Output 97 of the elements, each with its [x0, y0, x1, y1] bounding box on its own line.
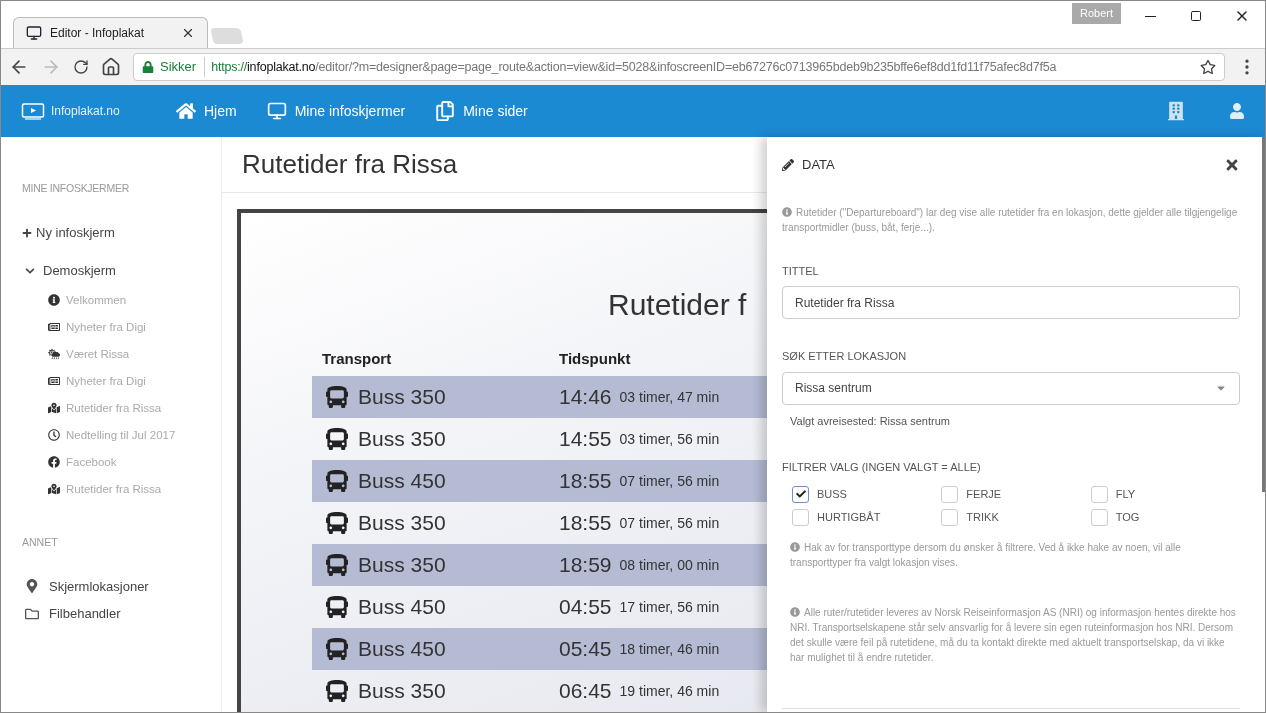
clock-icon [48, 428, 60, 441]
departure-time: 18:55 [559, 468, 612, 495]
field-label: TITTEL [782, 263, 820, 279]
board-title: Rutetider f [608, 287, 747, 323]
map-icon [48, 482, 60, 495]
countdown-text: 19 timer, 46 min [619, 681, 720, 701]
departure-time: 14:46 [559, 384, 612, 411]
chevron-icon [25, 266, 35, 276]
route-name: Buss 450 [358, 594, 447, 621]
filter-checkbox[interactable]: TRIKK [941, 508, 1091, 526]
pencil-icon [782, 158, 794, 171]
browser-tab[interactable]: Editor - Infoplakat [13, 17, 208, 48]
countdown-text: 07 timer, 56 min [619, 513, 720, 533]
countdown-text: 17 timer, 56 min [619, 597, 720, 617]
field-label: SØK ETTER LOKASJON [782, 349, 908, 364]
check-icon [795, 489, 806, 499]
close-icon[interactable] [181, 26, 195, 40]
nav-link[interactable]: Hjem [161, 100, 252, 122]
bus-icon [326, 596, 348, 618]
monitor-icon [26, 25, 42, 41]
building-icon[interactable] [1168, 101, 1184, 121]
info-icon [790, 606, 800, 617]
filter-checkbox[interactable]: HURTIGBÅT [792, 508, 942, 526]
info-icon [782, 206, 792, 217]
home-icon [176, 101, 196, 121]
countdown-text: 07 timer, 56 min [619, 471, 720, 491]
star-icon[interactable] [1200, 59, 1216, 75]
section-heading: ANNET [22, 534, 59, 550]
nav-link[interactable]: Mine infoskjermer [251, 100, 421, 122]
bus-icon [326, 680, 348, 702]
weather-icon [48, 347, 60, 360]
nav-link[interactable]: Mine sider [420, 100, 543, 122]
route-name: Buss 450 [358, 636, 447, 663]
field-label: FILTRER VALG (INGEN VALGT = ALLE) [782, 460, 982, 475]
countdown-text: 03 timer, 47 min [619, 387, 720, 407]
sidebar-link[interactable]: Skjermlokasjoner [25, 576, 221, 596]
screen-logo-icon [21, 102, 45, 120]
route-name: Buss 350 [358, 552, 447, 579]
departure-time: 04:55 [559, 594, 612, 621]
minimize-icon [1144, 15, 1156, 17]
departure-time: 06:45 [559, 678, 612, 705]
page-title: Rutetider fra Rissa [242, 148, 458, 181]
location-pin-icon [25, 579, 39, 594]
route-name: Buss 350 [358, 510, 447, 537]
bus-icon [326, 470, 348, 492]
route-name: Buss 350 [358, 426, 447, 453]
maximize-icon [1190, 10, 1202, 22]
info-text: Rutetider ("Departureboard") lar deg vise alle rutetider fra en lokasjon, dette gjelder alle tilgjengelige transportmidler (buss, båt, ferje...). [782, 205, 1239, 235]
url-text: https://infoplakat.no/editor/?m=designer&page=page_route&action=view&id=5028&infoscreenID=eb67276c0713965bdeb9b235bffe6ef8dd1fd11f75afec8d7f5a [211, 58, 1057, 76]
bus-icon [326, 638, 348, 660]
newspaper-icon [48, 320, 60, 333]
disclaimer-text: Alle ruter/rutetider leveres av Norsk Reiseinformasjon AS (NRI) og informasjon hentes direkte hos NRI. Transportselskapene står selv ansvarlig for å levere sin egen ruteinformasjon hos NRI. Dersom det skulle være feil på rutetidene, må du ta kontakt direkte med aktuelt transportselskap, da vi ikke har mulighet til å endre rutetider. [790, 605, 1237, 665]
map-icon [48, 401, 60, 414]
route-name: Buss 350 [358, 384, 447, 411]
facebook-icon [48, 455, 60, 468]
folder-icon [25, 606, 39, 621]
panel-title: DATA [802, 156, 835, 174]
address-field[interactable]: Sikker https://infoplakat.no/editor/?m=designer&page=page_route&action=view&id=5028&infoscreenID=eb67276c0713965bdeb9b235bffe6ef8dd1fd11f75afec8d7f5a [133, 53, 1225, 81]
column-header: Tidspunkt [559, 349, 631, 370]
location-select[interactable]: Rissa sentrum [782, 371, 1240, 405]
section-heading: MINE INFOSKJERMER [22, 181, 130, 196]
plus-icon [22, 227, 32, 238]
screen-tree-item[interactable]: Demoskjerm [25, 261, 221, 281]
bus-icon [326, 386, 348, 408]
countdown-text: 18 timer, 46 min [619, 639, 720, 659]
info-icon [48, 293, 60, 306]
countdown-text: 08 timer, 00 min [619, 555, 720, 575]
hint-text: Hak av for transporttype dersom du ønsker å filtrere. Ved å ikke hake av noen, vil alle transporttyper fra valgt lokasjon vises. [790, 540, 1182, 570]
sidebar-link[interactable]: Filbehandler [25, 604, 221, 624]
filter-checkbox[interactable]: TOG [1090, 508, 1240, 526]
departure-time: 18:59 [559, 552, 612, 579]
title-field[interactable]: Rutetider fra Rissa [782, 286, 1240, 319]
departure-time: 14:55 [559, 426, 612, 453]
column-header: Transport [322, 349, 393, 370]
bus-icon [326, 428, 348, 450]
info-icon [790, 541, 800, 552]
newspaper-icon [48, 374, 60, 387]
home-icon[interactable] [101, 57, 121, 77]
filter-checkbox[interactable]: FLY [1090, 485, 1240, 503]
route-name: Buss 450 [358, 468, 447, 495]
countdown-text: 03 timer, 56 min [619, 429, 720, 449]
tab-title: Editor - Infoplakat [50, 25, 146, 42]
pages-icon [435, 101, 456, 121]
bus-icon [326, 512, 348, 534]
filter-checkbox[interactable]: BUSS [792, 485, 942, 503]
filter-checkbox[interactable]: FERJE [941, 485, 1091, 503]
lock-icon [142, 61, 154, 73]
departure-time: 18:55 [559, 510, 612, 537]
route-name: Buss 350 [358, 678, 447, 705]
secure-label: Sikker [160, 57, 206, 77]
bus-icon [326, 554, 348, 576]
new-screen-link[interactable]: Ny infoskjerm [22, 222, 221, 243]
reload-icon[interactable] [73, 59, 89, 75]
monitor-icon [266, 101, 287, 121]
departure-time: 05:45 [559, 636, 612, 663]
user-icon[interactable] [1229, 103, 1245, 119]
selected-location-text: Valgt avreisested: Rissa sentrum [790, 413, 951, 429]
